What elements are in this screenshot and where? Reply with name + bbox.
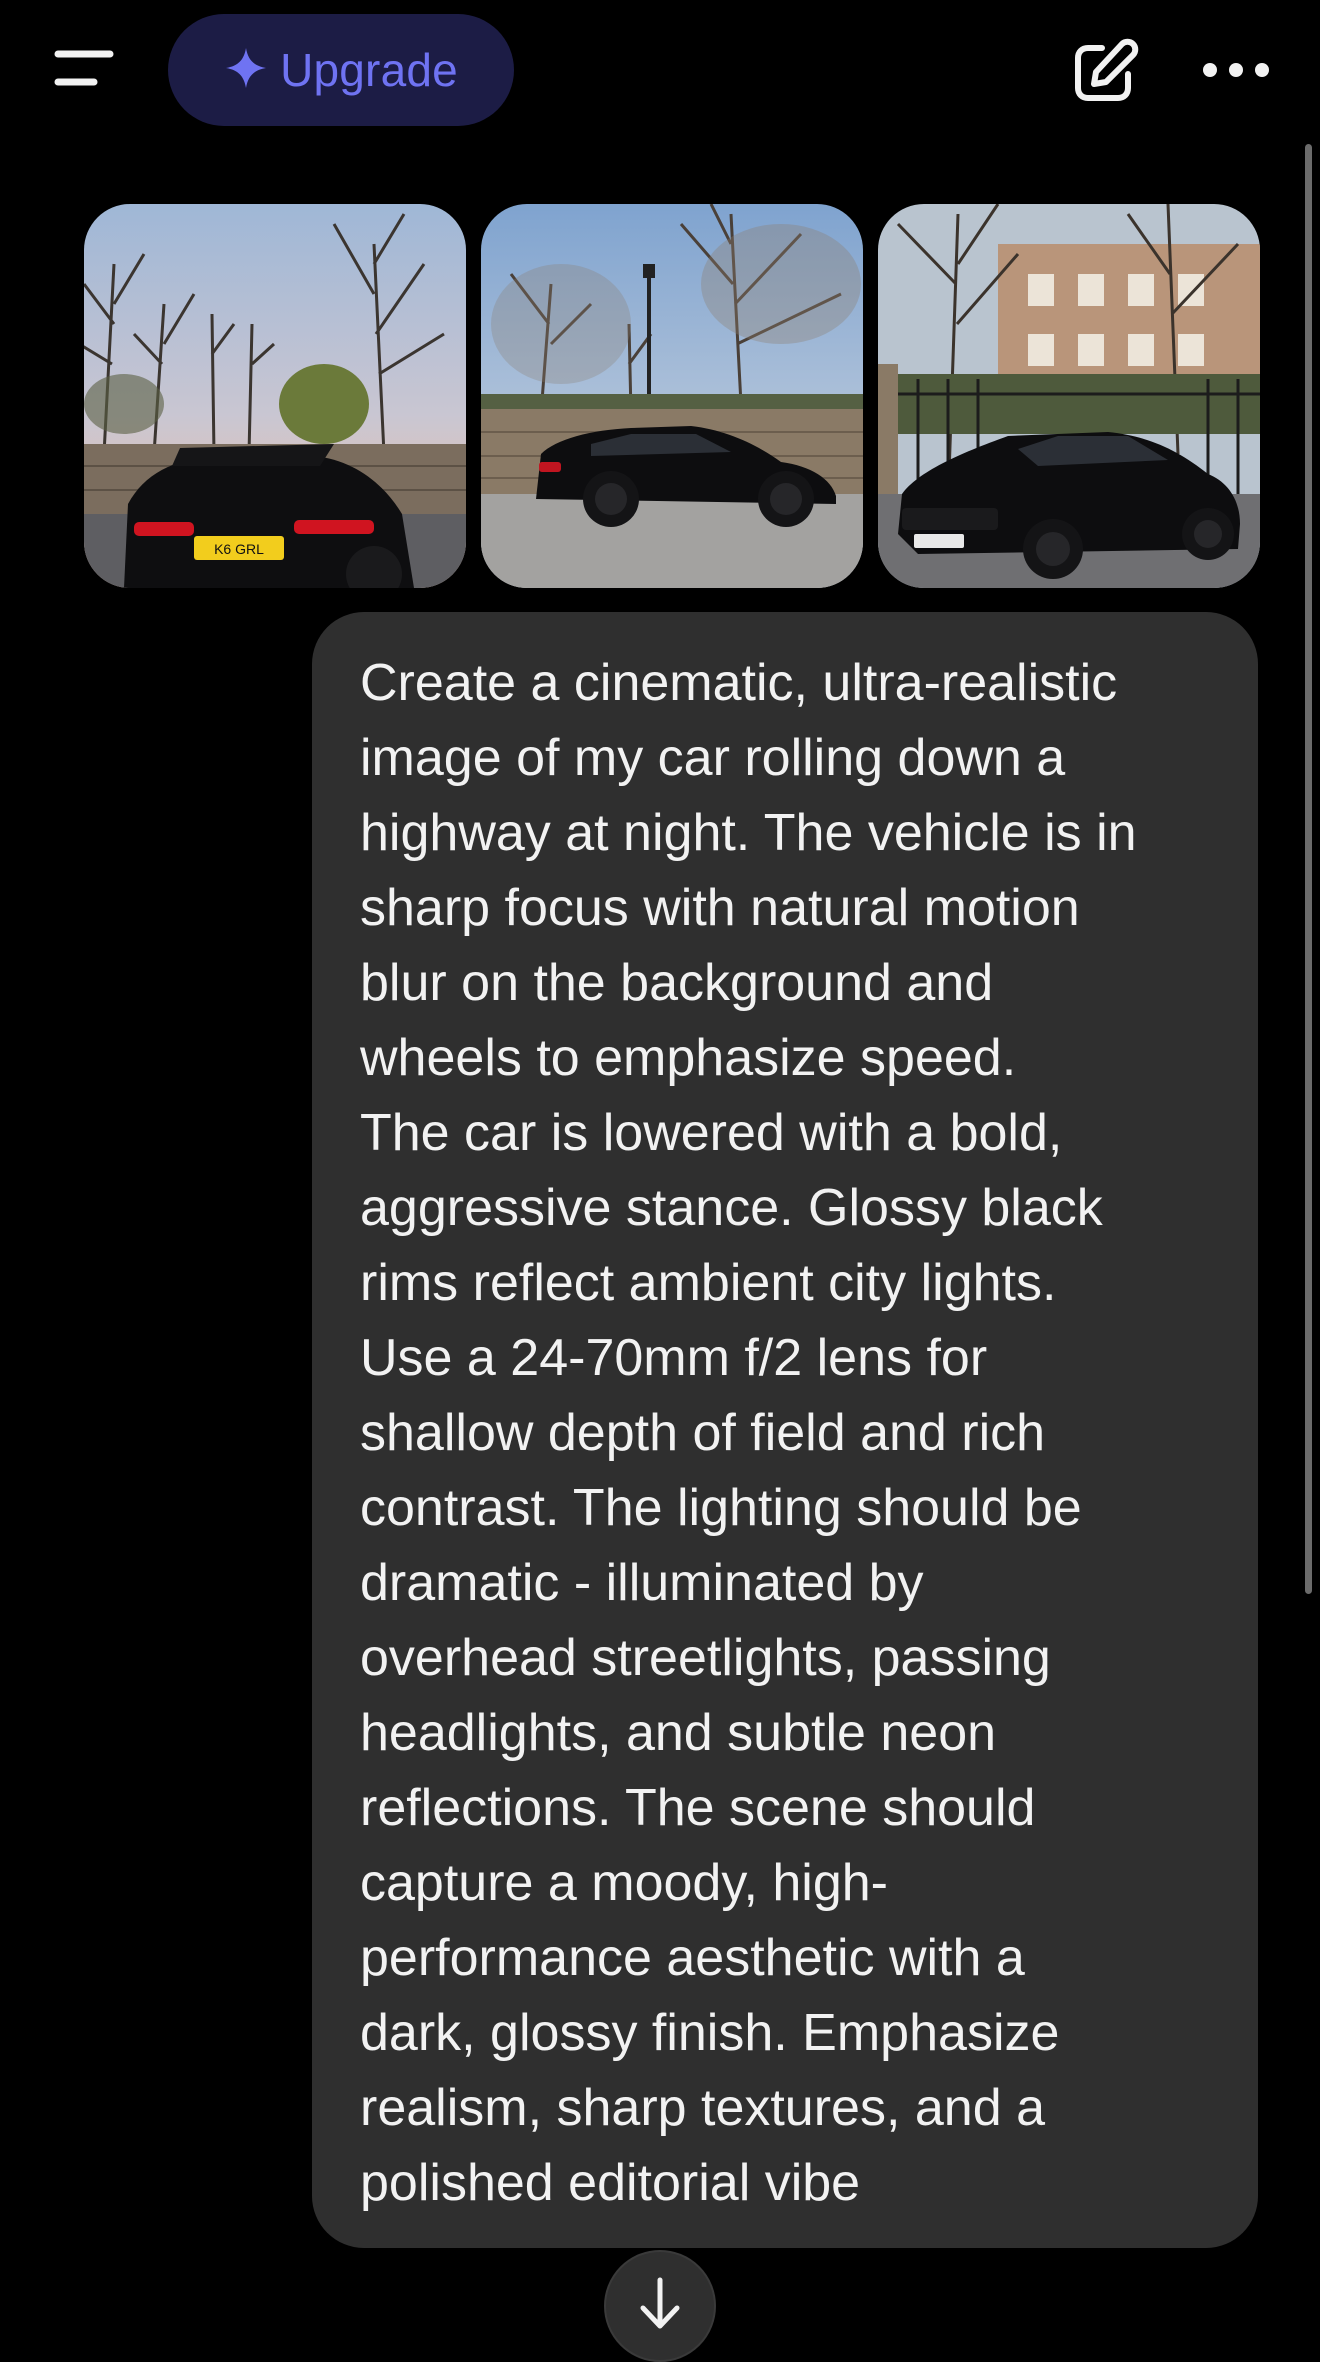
attached-image-1[interactable]: K6 GRL	[84, 204, 466, 588]
edit-pencil-icon	[1068, 38, 1140, 112]
user-message-bubble: Create a cinematic, ultra-realistic imag…	[312, 612, 1258, 2248]
user-message-text: Create a cinematic, ultra-realistic imag…	[360, 654, 1137, 2212]
attached-image-2[interactable]	[481, 204, 863, 588]
menu-button[interactable]	[40, 34, 130, 104]
arrow-down-icon	[635, 2276, 685, 2337]
menu-lines-icon	[40, 34, 130, 104]
upgrade-button[interactable]: Upgrade	[168, 14, 514, 126]
svg-text:K6 GRL: K6 GRL	[214, 541, 264, 557]
more-dots-icon	[1196, 63, 1276, 110]
sparkle-icon	[224, 46, 268, 95]
scroll-to-bottom-button[interactable]	[604, 2250, 716, 2362]
top-bar: Upgrade	[0, 0, 1320, 140]
upgrade-label: Upgrade	[280, 44, 458, 96]
attached-image-3[interactable]	[878, 204, 1260, 588]
scrollbar[interactable]	[1305, 144, 1312, 1594]
attached-images: K6 GRL	[84, 204, 1260, 588]
new-chat-button[interactable]	[1068, 36, 1140, 108]
more-options-button[interactable]	[1196, 36, 1276, 106]
